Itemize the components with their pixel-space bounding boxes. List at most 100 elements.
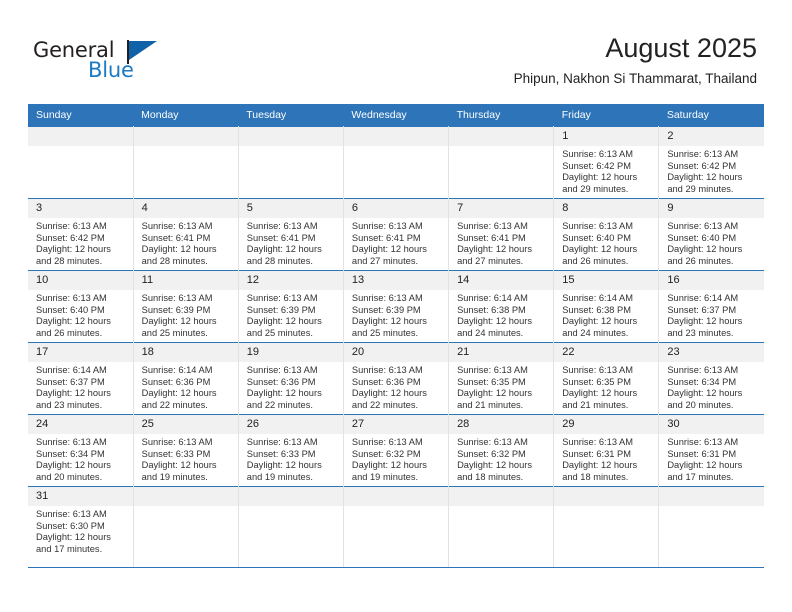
calendar-day-cell-1[interactable]: 1 Sunrise: 6:13 AM Sunset: 6:42 PM Daylight… <box>553 126 660 199</box>
day-number: 30 <box>659 415 764 434</box>
day-detail-line: Daylight: 12 hours <box>562 244 638 255</box>
day-detail-line: Daylight: 12 hours <box>36 460 111 471</box>
day-details: Sunrise: 6:13 AM Sunset: 6:33 PM Daylight:… <box>134 434 238 483</box>
day-number: 29 <box>554 415 659 434</box>
calendar-day-cell-5[interactable]: 5 Sunrise: 6:13 AM Sunset: 6:41 PM Daylight… <box>237 198 344 271</box>
day-detail-line: Sunset: 6:34 PM <box>36 448 105 459</box>
day-detail-line: Sunrise: 6:13 AM <box>562 365 634 375</box>
calendar-day-cell-6[interactable]: 6 Sunrise: 6:13 AM Sunset: 6:41 PM Daylight… <box>342 198 450 271</box>
calendar-day-cell-9[interactable]: 9 Sunrise: 6:13 AM Sunset: 6:40 PM Daylight… <box>658 198 764 271</box>
calendar-day-cell-10[interactable]: 10 Sunrise: 6:13 AM Sunset: 6:40 PM Dayligh… <box>28 270 134 343</box>
day-detail-line: Sunset: 6:38 PM <box>457 304 526 315</box>
day-detail-line: and 19 minutes. <box>246 471 313 482</box>
day-detail-line: and 29 minutes. <box>667 183 734 194</box>
day-detail-line: and 29 minutes. <box>562 183 629 194</box>
calendar-empty-cell <box>237 126 344 199</box>
day-detail-line: Sunrise: 6:13 AM <box>246 365 318 375</box>
calendar-week-row: 3 Sunrise: 6:13 AM Sunset: 6:42 PM Daylight… <box>28 198 764 271</box>
day-detail-line: Daylight: 12 hours <box>351 244 427 255</box>
day-number: 6 <box>343 199 449 218</box>
calendar-day-cell-26[interactable]: 26 Sunrise: 6:13 AM Sunset: 6:33 PM Dayligh… <box>237 414 344 487</box>
day-detail-line: and 26 minutes. <box>562 255 629 266</box>
calendar-day-cell-29[interactable]: 29 Sunrise: 6:13 AM Sunset: 6:31 PM Dayligh… <box>553 414 660 487</box>
calendar-empty-cell <box>237 486 344 567</box>
calendar-day-cell-15[interactable]: 15 Sunrise: 6:14 AM Sunset: 6:38 PM Dayligh… <box>553 270 660 343</box>
day-detail-line: Sunset: 6:42 PM <box>36 232 105 243</box>
day-number <box>659 487 764 506</box>
day-detail-line: Daylight: 12 hours <box>246 460 322 471</box>
day-detail-line: Sunset: 6:36 PM <box>141 376 211 387</box>
day-detail-line: and 27 minutes. <box>457 255 524 266</box>
day-detail-line: Sunrise: 6:13 AM <box>562 149 634 159</box>
day-detail-line: and 27 minutes. <box>351 255 419 266</box>
calendar-day-cell-17[interactable]: 17 Sunrise: 6:14 AM Sunset: 6:37 PM Dayligh… <box>28 342 134 415</box>
weekday-header-sunday: Sunday <box>28 104 134 127</box>
day-number: 10 <box>28 271 133 290</box>
day-detail-line: and 25 minutes. <box>246 327 313 338</box>
calendar-day-cell-24[interactable]: 24 Sunrise: 6:13 AM Sunset: 6:34 PM Dayligh… <box>28 414 134 487</box>
calendar-day-cell-16[interactable]: 16 Sunrise: 6:14 AM Sunset: 6:37 PM Dayligh… <box>658 270 764 343</box>
day-details: Sunrise: 6:13 AM Sunset: 6:41 PM Daylight:… <box>344 218 448 267</box>
calendar-day-cell-23[interactable]: 23 Sunrise: 6:13 AM Sunset: 6:34 PM Dayligh… <box>658 342 764 415</box>
calendar-day-cell-28[interactable]: 28 Sunrise: 6:13 AM Sunset: 6:32 PM Dayligh… <box>448 414 555 487</box>
calendar-day-cell-3[interactable]: 3 Sunrise: 6:13 AM Sunset: 6:42 PM Daylight… <box>28 198 134 271</box>
calendar-day-cell-19[interactable]: 19 Sunrise: 6:13 AM Sunset: 6:36 PM Dayligh… <box>237 342 344 415</box>
calendar-week-row: 17 Sunrise: 6:14 AM Sunset: 6:37 PM Dayligh… <box>28 342 764 415</box>
day-detail-line: Sunrise: 6:13 AM <box>351 365 423 375</box>
day-detail-line: Sunrise: 6:14 AM <box>457 293 528 303</box>
day-detail-line: Daylight: 12 hours <box>667 316 743 327</box>
day-detail-line: Sunset: 6:37 PM <box>667 304 737 315</box>
calendar-empty-cell <box>553 486 660 567</box>
day-detail-line: Sunrise: 6:13 AM <box>667 149 739 159</box>
day-details: Sunrise: 6:13 AM Sunset: 6:40 PM Daylight:… <box>28 290 133 339</box>
brand-logo[interactable]: General Blue <box>33 38 193 86</box>
calendar-day-cell-7[interactable]: 7 Sunrise: 6:13 AM Sunset: 6:41 PM Daylight… <box>448 198 555 271</box>
calendar-empty-cell <box>448 126 555 199</box>
day-detail-line: Sunrise: 6:13 AM <box>457 365 528 375</box>
calendar-day-cell-11[interactable]: 11 Sunrise: 6:13 AM Sunset: 6:39 PM Dayligh… <box>132 270 239 343</box>
day-detail-line: Daylight: 12 hours <box>667 244 743 255</box>
day-detail-line: and 21 minutes. <box>562 399 629 410</box>
calendar-day-cell-20[interactable]: 20 Sunrise: 6:13 AM Sunset: 6:36 PM Dayligh… <box>342 342 450 415</box>
day-number <box>238 127 343 146</box>
day-number: 31 <box>28 487 133 506</box>
calendar-day-cell-2[interactable]: 2 Sunrise: 6:13 AM Sunset: 6:42 PM Daylight… <box>658 126 764 199</box>
calendar-day-cell-31[interactable]: 31 Sunrise: 6:13 AM Sunset: 6:30 PM Dayligh… <box>28 486 134 567</box>
day-detail-line: and 21 minutes. <box>457 399 524 410</box>
day-detail-line: Sunrise: 6:14 AM <box>667 293 739 303</box>
day-details: Sunrise: 6:13 AM Sunset: 6:35 PM Daylight:… <box>554 362 658 411</box>
day-detail-line: Sunrise: 6:13 AM <box>562 437 634 447</box>
day-detail-line: and 28 minutes. <box>141 255 208 266</box>
calendar-day-cell-27[interactable]: 27 Sunrise: 6:13 AM Sunset: 6:32 PM Dayligh… <box>342 414 450 487</box>
day-number: 19 <box>238 343 343 362</box>
day-details: Sunrise: 6:13 AM Sunset: 6:40 PM Daylight:… <box>659 218 764 267</box>
day-detail-line: Sunset: 6:32 PM <box>457 448 526 459</box>
calendar-day-cell-25[interactable]: 25 Sunrise: 6:13 AM Sunset: 6:33 PM Dayligh… <box>132 414 239 487</box>
day-number: 25 <box>133 415 238 434</box>
day-details <box>449 506 553 509</box>
calendar-day-cell-14[interactable]: 14 Sunrise: 6:14 AM Sunset: 6:38 PM Dayligh… <box>448 270 555 343</box>
weekday-header-saturday: Saturday <box>658 104 764 127</box>
day-details <box>134 506 238 509</box>
day-detail-line: and 20 minutes. <box>36 471 103 482</box>
calendar-day-cell-22[interactable]: 22 Sunrise: 6:13 AM Sunset: 6:35 PM Dayligh… <box>553 342 660 415</box>
day-details: Sunrise: 6:13 AM Sunset: 6:36 PM Daylight:… <box>239 362 343 411</box>
calendar-day-cell-8[interactable]: 8 Sunrise: 6:13 AM Sunset: 6:40 PM Daylight… <box>553 198 660 271</box>
day-number <box>449 127 554 146</box>
calendar-day-cell-13[interactable]: 13 Sunrise: 6:13 AM Sunset: 6:39 PM Dayligh… <box>342 270 450 343</box>
day-detail-line: and 18 minutes. <box>457 471 524 482</box>
calendar-day-cell-4[interactable]: 4 Sunrise: 6:13 AM Sunset: 6:41 PM Daylight… <box>132 198 239 271</box>
calendar-day-cell-30[interactable]: 30 Sunrise: 6:13 AM Sunset: 6:31 PM Dayligh… <box>658 414 764 487</box>
calendar-day-cell-21[interactable]: 21 Sunrise: 6:13 AM Sunset: 6:35 PM Dayligh… <box>448 342 555 415</box>
day-number: 21 <box>449 343 554 362</box>
day-detail-line: Daylight: 12 hours <box>457 316 532 327</box>
day-detail-line: Daylight: 12 hours <box>36 388 111 399</box>
calendar-day-cell-12[interactable]: 12 Sunrise: 6:13 AM Sunset: 6:39 PM Dayligh… <box>237 270 344 343</box>
day-number: 23 <box>659 343 764 362</box>
day-detail-line: Daylight: 12 hours <box>351 316 427 327</box>
calendar-day-cell-18[interactable]: 18 Sunrise: 6:14 AM Sunset: 6:36 PM Dayligh… <box>132 342 239 415</box>
day-detail-line: Sunset: 6:41 PM <box>246 232 316 243</box>
day-details: Sunrise: 6:13 AM Sunset: 6:41 PM Daylight:… <box>239 218 343 267</box>
day-detail-line: Sunrise: 6:13 AM <box>36 293 107 303</box>
day-detail-line: Sunset: 6:31 PM <box>562 448 631 459</box>
